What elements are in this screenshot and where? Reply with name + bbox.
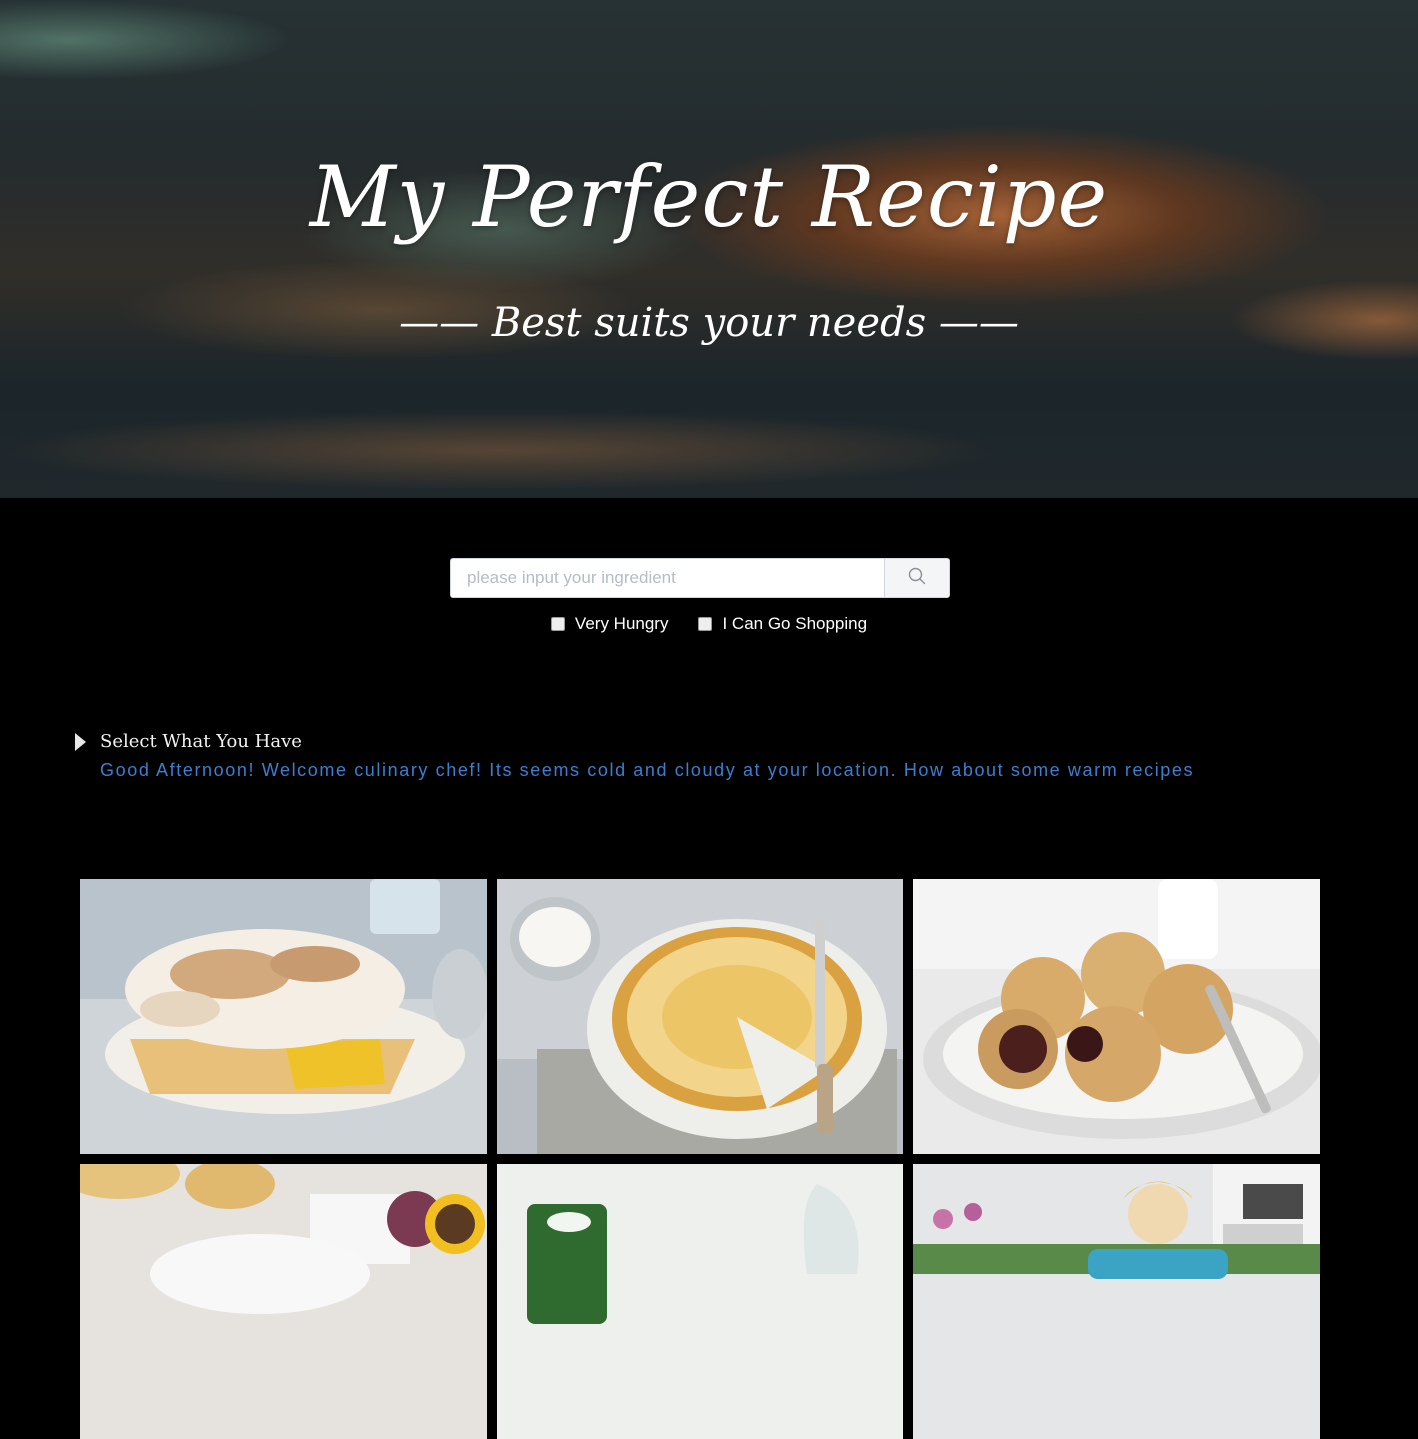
hero-banner: My Perfect Recipe —— Best suits your nee…: [0, 0, 1418, 498]
recipe-card-green-smoothie[interactable]: [497, 1164, 903, 1439]
hero-overlay: [0, 0, 1418, 498]
site-tagline: —— Best suits your needs ——: [399, 300, 1019, 346]
green-smoothie-image: [497, 1164, 903, 1439]
recipe-grid: [80, 879, 1320, 1439]
recipe-card-chef-kitchen[interactable]: [913, 1164, 1320, 1439]
can-go-shopping-checkbox[interactable]: I Can Go Shopping: [698, 614, 867, 634]
site-title: My Perfect Recipe: [309, 148, 1109, 246]
very-hungry-checkbox[interactable]: Very Hungry: [550, 614, 669, 634]
weather-greeting: Good Afternoon! Welcome culinary chef! I…: [100, 760, 1195, 780]
search-button[interactable]: [884, 559, 949, 597]
caret-right-icon: [75, 732, 86, 751]
checkbox-label: I Can Go Shopping: [722, 614, 868, 633]
passion-fruit-tarts-image: [80, 1164, 487, 1439]
recipe-card-apple-tart[interactable]: [497, 879, 903, 1154]
recipe-card-lemon-meringue-pie[interactable]: [80, 879, 487, 1154]
mince-pies-image: [913, 879, 1320, 1154]
ingredient-search-input[interactable]: [451, 559, 884, 597]
select-ingredients-label: Select What You Have: [100, 731, 302, 752]
checkbox-box[interactable]: [550, 617, 565, 631]
checkbox-box[interactable]: [698, 617, 713, 631]
search-icon: [908, 567, 926, 590]
checkbox-label: Very Hungry: [574, 614, 669, 633]
chef-kitchen-video-image: [913, 1164, 1320, 1439]
recipe-card-mince-pies[interactable]: [913, 879, 1320, 1154]
select-ingredients-toggle[interactable]: Select What You Have: [75, 731, 302, 752]
apple-tart-image: [497, 879, 903, 1154]
search-bar: [450, 558, 950, 598]
recipe-card-passion-fruit-tarts[interactable]: [80, 1164, 487, 1439]
filter-options: Very Hungry I Can Go Shopping: [0, 614, 1418, 634]
lemon-meringue-pie-image: [80, 879, 487, 1154]
